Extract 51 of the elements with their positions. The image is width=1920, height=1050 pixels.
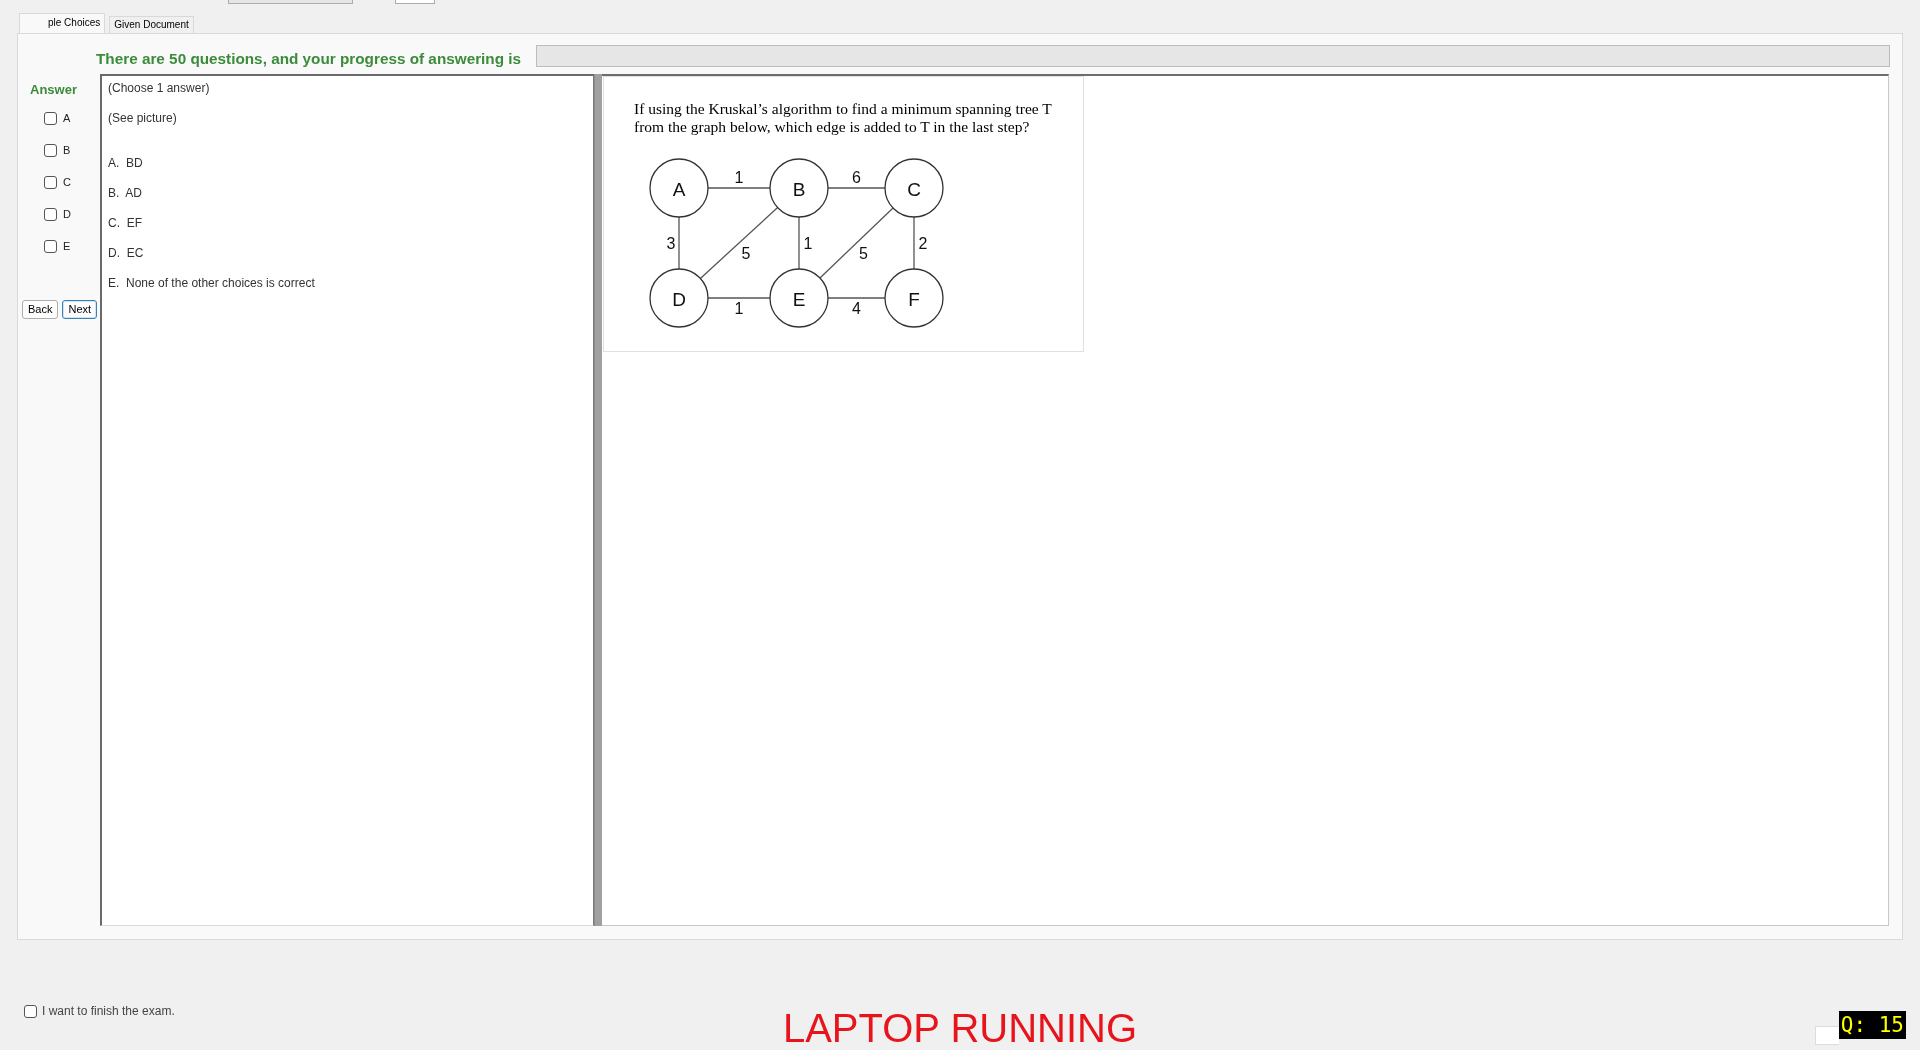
option-label: D	[63, 206, 71, 222]
answer-choice: A. BD	[108, 156, 144, 171]
answer-checkbox[interactable]	[44, 239, 57, 253]
tab[interactable]: ple Choices	[19, 13, 106, 33]
answer-checkbox[interactable]	[44, 111, 57, 125]
input-field[interactable]	[1814, 1026, 1839, 1045]
answer-choice: D. EC	[108, 246, 145, 261]
edge-weight: 4	[852, 299, 861, 317]
question-counter: Q: 15	[1838, 1011, 1906, 1039]
finish-checkbox[interactable]	[24, 1004, 37, 1018]
answer-choice: B. AD	[108, 186, 143, 201]
option-label: B	[63, 142, 71, 158]
next-button[interactable]: Next	[62, 300, 98, 319]
graph-edge	[827, 187, 886, 189]
edge-weight: 1	[734, 299, 744, 317]
answer-checkbox[interactable]	[44, 207, 57, 221]
graph-node: C	[884, 158, 944, 218]
edge-weight: 1	[803, 234, 813, 252]
question-text: If using the Kruskal’s algorithm to find a minimum spanning tree T from the graph below, which edge is added to T in the last step?	[634, 100, 1053, 136]
graph-edge	[827, 297, 886, 299]
graph-edge	[707, 187, 771, 189]
question-note: (See picture)	[108, 111, 178, 126]
graph-node: D	[649, 268, 709, 328]
tab[interactable]: Given Document	[109, 16, 194, 33]
graph-node: B	[769, 158, 829, 218]
graph-node: E	[769, 268, 829, 328]
option-label: A	[63, 110, 71, 126]
edge-weight: 1	[734, 168, 744, 186]
answer-choice: C. EF	[108, 216, 143, 231]
option-label: E	[63, 238, 71, 254]
answer-checkbox[interactable]	[44, 175, 57, 189]
question-note: (Choose 1 answer)	[108, 81, 211, 96]
graph-edge	[707, 297, 771, 299]
edge-weight: 6	[852, 168, 861, 186]
answer-heading: Answer	[29, 81, 78, 99]
back-button[interactable]: Back	[22, 300, 59, 319]
edge-weight: 2	[918, 234, 928, 252]
graph-edge	[913, 216, 915, 270]
graph-node: F	[884, 268, 944, 328]
graph-edge	[678, 216, 680, 270]
status-text: LAPTOP RUNNING	[782, 1008, 1138, 1050]
option-label: C	[63, 174, 71, 190]
edge-weight: 3	[666, 234, 676, 252]
graph-node: A	[649, 158, 709, 218]
edge-weight: 5	[741, 244, 751, 262]
answer-checkbox[interactable]	[44, 143, 57, 157]
graph-edge	[798, 216, 800, 270]
finish-label: I want to finish the exam.	[42, 1003, 175, 1020]
answer-choice: E. None of the other choices is correct	[108, 276, 316, 291]
progress-text: There are 50 questions, and your progress of answering is	[96, 48, 522, 69]
edge-weight: 5	[859, 244, 868, 262]
